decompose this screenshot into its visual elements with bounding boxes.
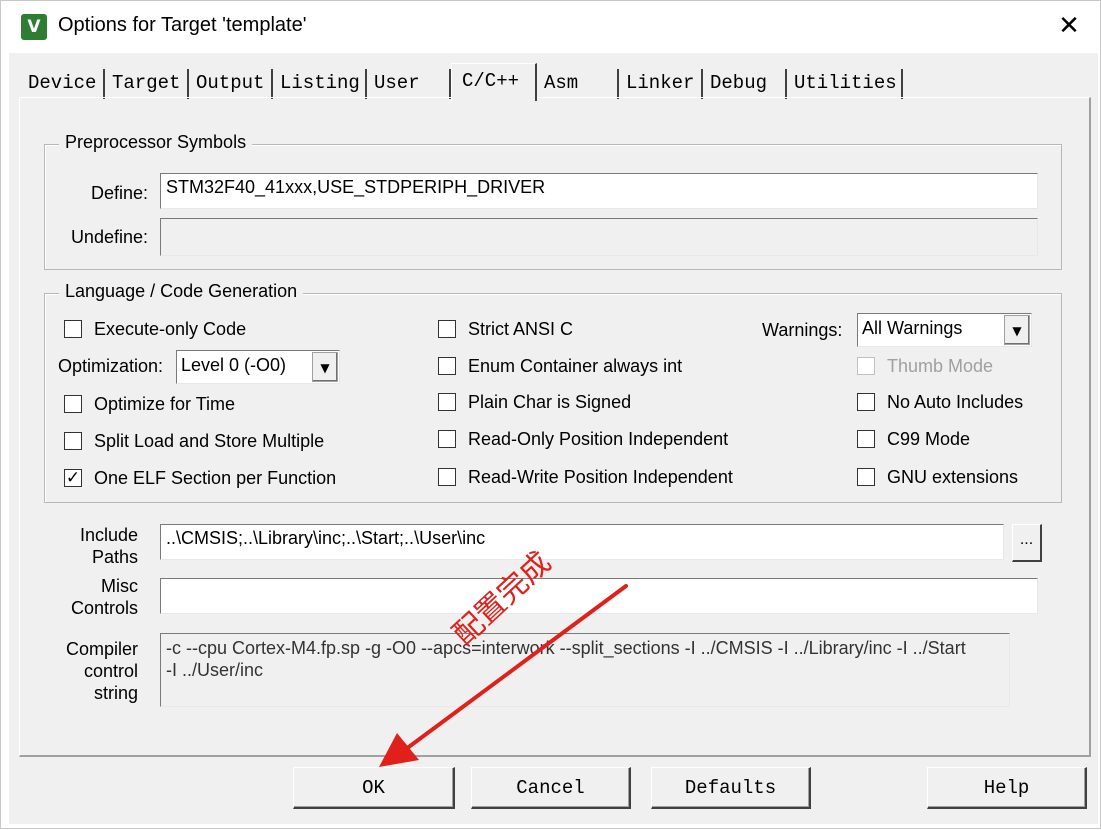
tab-c-cpp[interactable]: C/C++	[451, 63, 537, 101]
annotation-arrow-icon	[379, 584, 628, 767]
options-dialog: V Options for Target 'template' ✕ Device…	[0, 0, 1101, 829]
